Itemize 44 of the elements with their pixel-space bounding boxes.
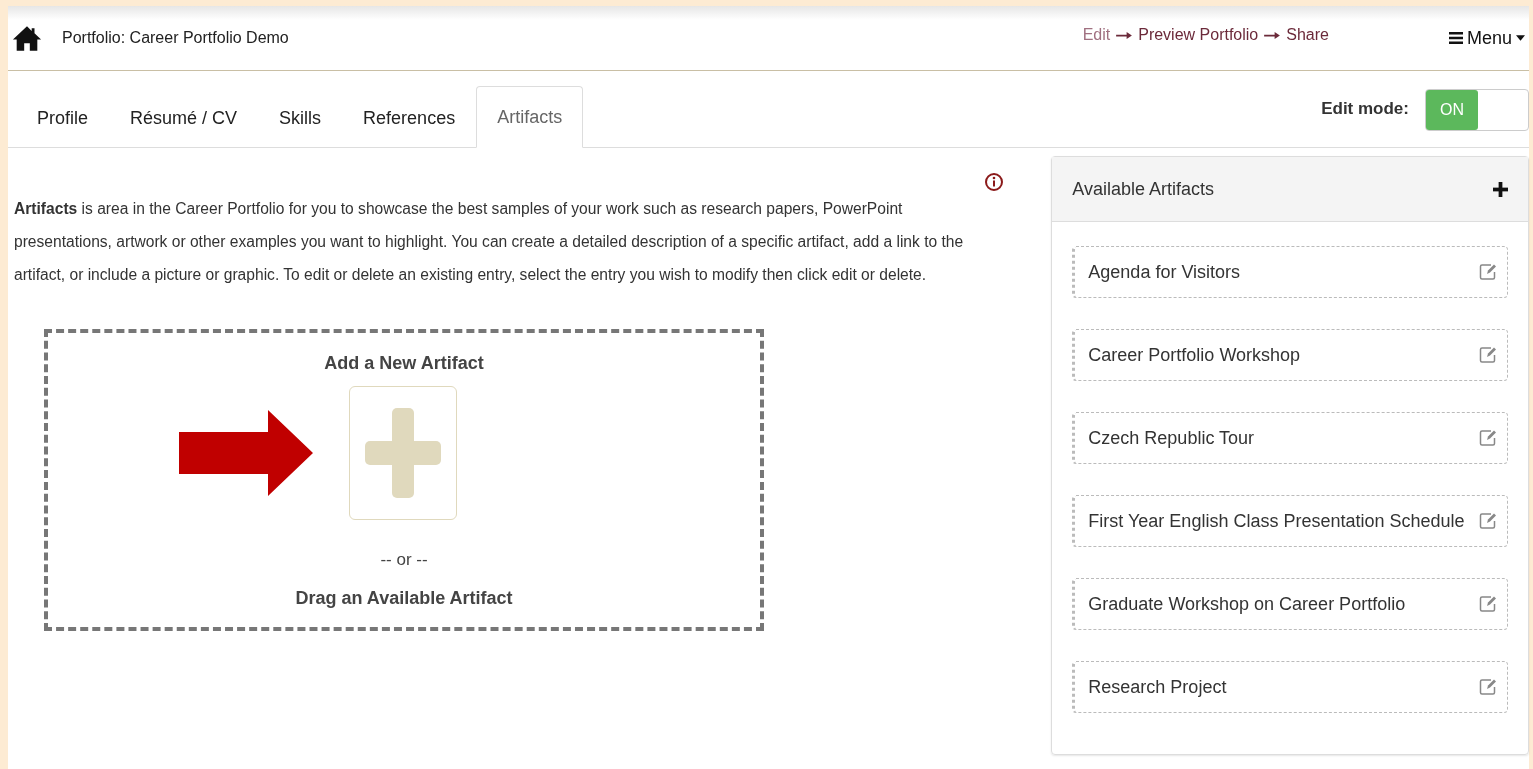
menu-icon xyxy=(1448,32,1463,44)
home-icon[interactable] xyxy=(12,24,42,52)
menu-button[interactable]: Menu xyxy=(1448,27,1525,49)
info-icon[interactable] xyxy=(984,172,1004,192)
separator-text: -- or -- xyxy=(380,550,428,570)
artifact-item[interactable]: Czech Republic Tour xyxy=(1072,412,1508,464)
artifact-name: Agenda for Visitors xyxy=(1088,261,1241,283)
artifact-item[interactable]: Career Portfolio Workshop xyxy=(1072,329,1508,381)
artifact-name: Career Portfolio Workshop xyxy=(1088,344,1301,366)
panel-title: Available Artifacts xyxy=(1072,178,1215,200)
edit-icon[interactable] xyxy=(1479,512,1497,530)
edit-icon[interactable] xyxy=(1479,429,1497,447)
edit-icon[interactable] xyxy=(1479,346,1497,364)
plus-icon xyxy=(365,408,441,498)
edit-icon[interactable] xyxy=(1479,263,1497,281)
workflow-step-link[interactable]: Edit xyxy=(1082,26,1111,44)
portfolio-title: Portfolio: Career Portfolio Demo xyxy=(62,29,289,47)
artifact-item[interactable]: First Year English Class Presentation Schedule xyxy=(1072,495,1508,547)
intro-paragraph: Artifacts is area in the Career Portfolio for you to showcase the best samples of your work such as research papers, PowerPoint presentations, artwork or other examples you want to highlight. You can create a detailed description of a specific artifact, add a link to the artifact, or include a picture or graphic. To edit or delete an existing entry, select the entry you wish to modify then click edit or delete. xyxy=(14,199,965,285)
workflow-step-link[interactable]: Share xyxy=(1286,26,1329,44)
arrow-icon xyxy=(1264,31,1281,39)
drop-zone[interactable]: Add a New Artifact -- or -- Drag an Available Artifact xyxy=(44,329,764,631)
artifact-name: Graduate Workshop on Career Portfolio xyxy=(1088,593,1406,615)
caret-icon xyxy=(1516,35,1525,41)
add-icon[interactable] xyxy=(1493,181,1508,197)
arrow-icon xyxy=(179,410,313,496)
artifact-name: Czech Republic Tour xyxy=(1088,427,1255,449)
workflow-step-link[interactable]: Preview Portfolio xyxy=(1138,26,1259,44)
artifact-item[interactable]: Agenda for Visitors xyxy=(1072,246,1508,298)
artifact-name: Research Project xyxy=(1088,676,1227,698)
tab[interactable]: Skills xyxy=(258,86,343,148)
edit-icon[interactable] xyxy=(1479,678,1497,696)
drop-zone-title: Add a New Artifact xyxy=(324,353,484,374)
arrow-icon xyxy=(1116,31,1133,39)
tab[interactable]: Artifacts xyxy=(476,86,584,148)
tab[interactable]: References xyxy=(342,86,477,148)
drag-hint: Drag an Available Artifact xyxy=(295,588,513,609)
artifact-name: First Year English Class Presentation Schedule xyxy=(1088,510,1465,532)
tab[interactable]: Résumé / CV xyxy=(109,86,259,148)
edit-mode-label: Edit mode: xyxy=(1321,99,1409,119)
artifact-item[interactable]: Research Project xyxy=(1072,661,1508,713)
artifact-item[interactable]: Graduate Workshop on Career Portfolio xyxy=(1072,578,1508,630)
edit-icon[interactable] xyxy=(1479,595,1497,613)
tab[interactable]: Profile xyxy=(16,86,110,148)
